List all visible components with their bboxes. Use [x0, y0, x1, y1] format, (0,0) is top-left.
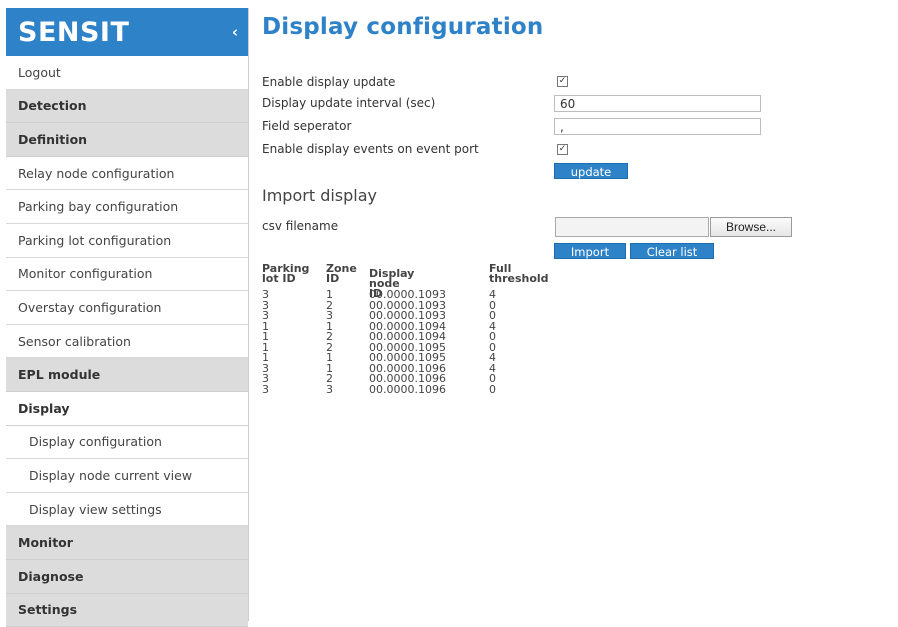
update-interval-label: Display update interval (sec) — [262, 96, 435, 110]
table-cell-lot: 3 — [262, 385, 269, 396]
sidebar-item-display-view-settings[interactable]: Display view settings — [6, 493, 248, 527]
nav-list: LogoutDetectionDefinitionRelay node conf… — [6, 56, 248, 627]
header-full-threshold: Full threshold — [489, 264, 549, 284]
browse-button[interactable]: Browse... — [710, 217, 792, 237]
main-content: Display configuration Enable display upd… — [262, 0, 898, 621]
sidebar-item-overstay-configuration[interactable]: Overstay configuration — [6, 291, 248, 325]
sidebar-item-relay-node-configuration[interactable]: Relay node configuration — [6, 157, 248, 191]
sidebar-item-detection[interactable]: Detection — [6, 90, 248, 124]
sidebar-item-diagnose[interactable]: Diagnose — [6, 560, 248, 594]
field-separator-label: Field seperator — [262, 119, 351, 133]
sidebar-item-definition[interactable]: Definition — [6, 123, 248, 157]
sidebar-item-epl-module[interactable]: EPL module — [6, 358, 248, 392]
sidebar: SENSIT ‹ LogoutDetectionDefinitionRelay … — [6, 8, 249, 621]
csv-filename-label: csv filename — [262, 219, 338, 233]
brand-logo: SENSIT — [18, 17, 129, 48]
sidebar-item-display[interactable]: Display — [6, 392, 248, 426]
collapse-sidebar-icon[interactable]: ‹ — [232, 23, 238, 41]
header-parking-lot-id: Parking lot ID — [262, 264, 302, 284]
sidebar-item-display-node-current-view[interactable]: Display node current view — [6, 459, 248, 493]
update-button[interactable]: update — [554, 163, 628, 179]
sidebar-item-sensor-calibration[interactable]: Sensor calibration — [6, 325, 248, 359]
sidebar-item-display-configuration[interactable]: Display configuration — [6, 426, 248, 460]
enable-events-label: Enable display events on event port — [262, 142, 479, 156]
table-cell-threshold: 0 — [489, 385, 496, 396]
clear-list-button[interactable]: Clear list — [630, 243, 714, 259]
import-display-title: Import display — [262, 186, 377, 205]
field-separator-input[interactable] — [554, 118, 761, 135]
csv-file-field[interactable] — [555, 217, 709, 237]
sidebar-item-settings[interactable]: Settings — [6, 594, 248, 627]
header-zone-id: Zone ID — [326, 264, 356, 284]
brand-header: SENSIT ‹ — [6, 8, 248, 56]
enable-display-update-label: Enable display update — [262, 75, 395, 89]
import-button[interactable]: Import — [554, 243, 626, 259]
table-cell-zone: 3 — [326, 385, 333, 396]
sidebar-item-logout[interactable]: Logout — [6, 56, 248, 90]
enable-events-checkbox[interactable]: ✓ — [557, 144, 568, 155]
page-title: Display configuration — [262, 14, 543, 40]
enable-display-update-checkbox[interactable]: ✓ — [557, 76, 568, 87]
table-cell-node: 00.0000.1096 — [369, 385, 446, 396]
update-interval-input[interactable] — [554, 95, 761, 112]
sidebar-item-parking-bay-configuration[interactable]: Parking bay configuration — [6, 190, 248, 224]
sidebar-item-monitor-configuration[interactable]: Monitor configuration — [6, 258, 248, 292]
sidebar-item-monitor[interactable]: Monitor — [6, 526, 248, 560]
sidebar-item-parking-lot-configuration[interactable]: Parking lot configuration — [6, 224, 248, 258]
